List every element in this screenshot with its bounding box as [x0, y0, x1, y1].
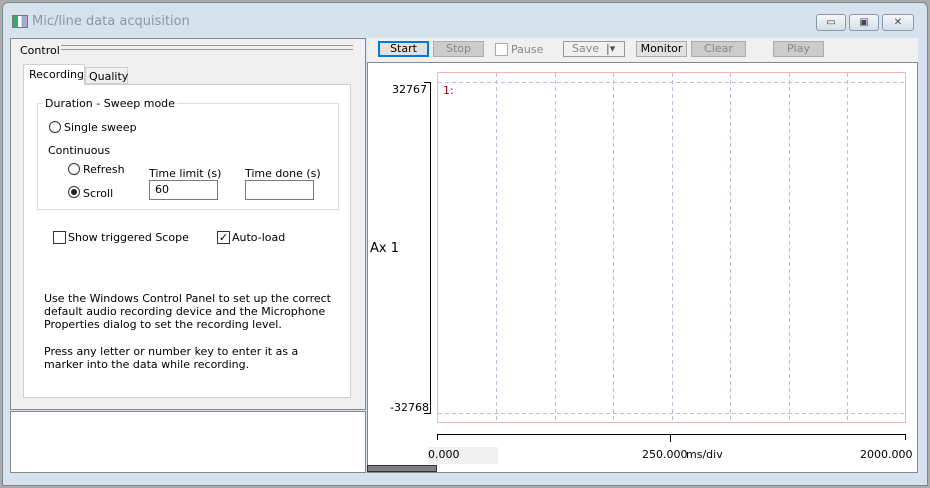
refresh-radio[interactable]: [68, 163, 80, 175]
grip-bar[interactable]: [61, 45, 353, 50]
scrollbar-thumb[interactable]: [367, 465, 437, 472]
control-title: Control: [20, 44, 60, 57]
help-text-1: Use the Windows Control Panel to set up …: [44, 292, 331, 331]
pause-label: Pause: [511, 43, 544, 56]
plot-svg: [424, 72, 906, 442]
x-axis: [437, 434, 906, 442]
minimize-button[interactable]: ▭: [816, 14, 846, 31]
grid: [438, 73, 905, 422]
show-triggered-scope-checkbox[interactable]: [53, 231, 66, 244]
group-title: Duration - Sweep mode: [43, 97, 177, 110]
maximize-button[interactable]: ▣: [849, 14, 879, 31]
x-mid-label: 250.000: [642, 448, 688, 461]
continuous-label: Continuous: [48, 144, 111, 157]
y-axis: [424, 82, 431, 414]
monitor-button[interactable]: Monitor: [636, 41, 687, 57]
refresh-label: Refresh: [83, 163, 125, 176]
log-area: [10, 411, 366, 473]
plot-frame: [437, 72, 906, 423]
auto-load-label: Auto-load: [232, 231, 286, 244]
single-sweep-radio[interactable]: [49, 121, 61, 133]
play-button[interactable]: Play: [773, 41, 824, 57]
pause-checkbox[interactable]: [495, 43, 508, 56]
axis-label[interactable]: Ax 1: [370, 241, 399, 256]
y-min-label: -32768: [390, 401, 429, 414]
single-sweep-label: Single sweep: [64, 121, 137, 134]
app-icon: [12, 15, 28, 28]
time-limit-input[interactable]: 60: [149, 180, 218, 200]
window-title: Mic/line data acquisition: [32, 14, 190, 29]
scroll-radio[interactable]: [68, 186, 80, 198]
x-start-label: 0.000: [428, 447, 498, 464]
scroll-label: Scroll: [83, 187, 114, 200]
auto-load-checkbox[interactable]: ✓: [217, 231, 230, 244]
start-button[interactable]: Start: [378, 41, 429, 57]
time-done-input[interactable]: [245, 180, 314, 200]
channel-label: 1:: [443, 84, 454, 97]
clear-button[interactable]: Clear: [691, 41, 746, 57]
x-end-label: 2000.000: [860, 448, 913, 461]
time-done-label: Time done (s): [245, 167, 321, 180]
stop-button[interactable]: Stop: [433, 41, 484, 57]
save-button[interactable]: Save |▾: [563, 41, 625, 57]
help-text-2: Press any letter or number key to enter …: [44, 345, 299, 371]
y-max-label: 32767: [392, 83, 427, 96]
time-limit-label: Time limit (s): [149, 167, 222, 180]
dropdown-arrow-icon: |▾: [606, 42, 616, 55]
tab-quality[interactable]: Quality: [85, 67, 128, 84]
show-triggered-scope-label: Show triggered Scope: [68, 231, 189, 244]
save-label: Save: [572, 42, 600, 55]
x-unit-label: ms/div: [686, 448, 723, 461]
tab-recording[interactable]: Recording: [23, 64, 85, 85]
close-button[interactable]: ✕: [882, 14, 914, 31]
